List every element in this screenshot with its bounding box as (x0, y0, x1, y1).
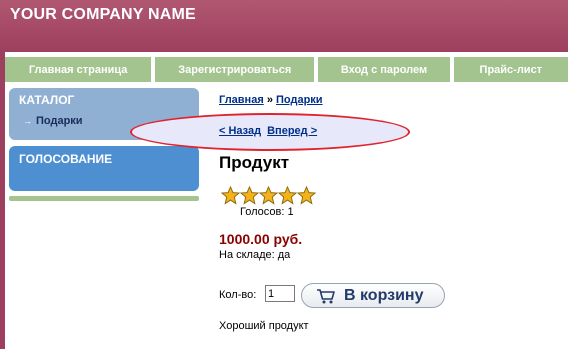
breadcrumb-current-link[interactable]: Подарки (276, 94, 323, 106)
breadcrumb-separator: » (266, 94, 273, 106)
back-link[interactable]: < Назад (219, 125, 261, 137)
star-icon[interactable] (278, 186, 297, 205)
quantity-input[interactable] (265, 285, 295, 302)
stock-status: На складе: да (219, 249, 291, 261)
catalog-item-gifts[interactable]: → Подарки (23, 115, 83, 127)
catalog-title: КАТАЛОГ (19, 93, 75, 107)
nav-item-login[interactable]: Вход с паролем (318, 57, 450, 82)
nav-item-register[interactable]: Зарегистрироваться (155, 57, 315, 82)
cart-icon (317, 288, 335, 303)
left-border (0, 86, 5, 349)
product-title: Продукт (219, 153, 290, 172)
arrow-right-icon: → (23, 116, 32, 126)
catalog-item-label: Подарки (36, 115, 83, 127)
star-icon[interactable] (240, 186, 259, 205)
breadcrumb-home-link[interactable]: Главная (219, 94, 264, 106)
rating-stars[interactable] (221, 186, 316, 205)
star-icon[interactable] (297, 186, 316, 205)
star-icon[interactable] (259, 186, 278, 205)
breadcrumb: Главная » Подарки (219, 94, 323, 106)
quantity-label: Кол-во: (219, 289, 257, 301)
page: YOUR COMPANY NAME Главная страница Зарег… (0, 0, 568, 349)
company-name: YOUR COMPANY NAME (10, 6, 196, 23)
add-to-cart-button[interactable]: В корзину (301, 283, 445, 308)
product-description: Хороший продукт (219, 320, 309, 332)
top-nav: Главная страница Зарегистрироваться Вход… (0, 52, 568, 86)
sidebar-divider (9, 196, 199, 201)
forward-link[interactable]: Вперед > (267, 125, 317, 137)
site-header: YOUR COMPANY NAME (0, 0, 568, 52)
add-to-cart-label: В корзину (344, 286, 424, 304)
voting-box: ГОЛОСОВАНИЕ (9, 146, 199, 191)
nav-strip: Главная страница Зарегистрироваться Вход… (5, 57, 568, 82)
voting-title: ГОЛОСОВАНИЕ (19, 152, 113, 166)
pager: < Назад Вперед > (219, 125, 323, 137)
nav-item-pricelist[interactable]: Прайс-лист (453, 57, 568, 82)
nav-item-home[interactable]: Главная страница (5, 57, 152, 82)
product-price: 1000.00 руб. (219, 231, 303, 247)
star-icon[interactable] (221, 186, 240, 205)
votes-count: Голосов: 1 (240, 206, 294, 218)
